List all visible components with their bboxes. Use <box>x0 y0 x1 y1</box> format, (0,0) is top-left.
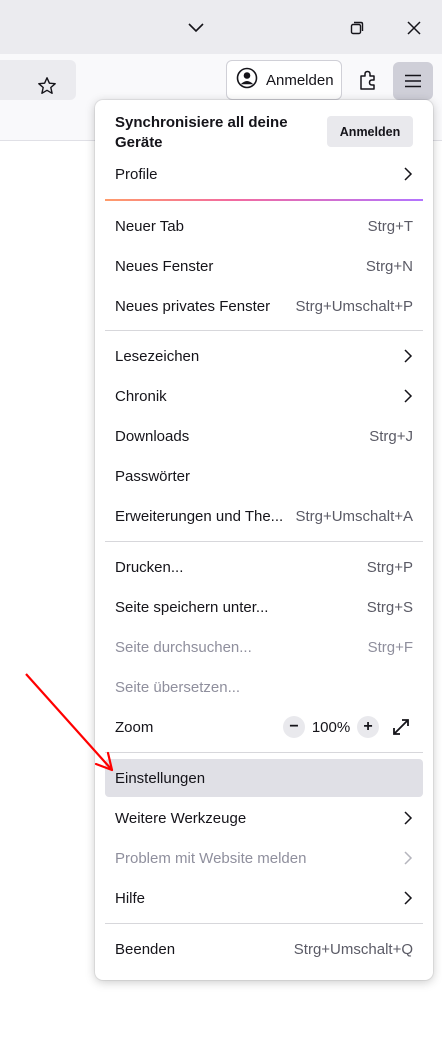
menu-item-label: Drucken... <box>115 558 184 576</box>
hamburger-menu-icon[interactable] <box>393 62 433 100</box>
menu-item-label: Neuer Tab <box>115 217 184 235</box>
menu-item-label: Weitere Werkzeuge <box>115 809 247 827</box>
menu-item-print[interactable]: Drucken... Strg+P <box>105 548 423 586</box>
menu-item-label: Passwörter <box>115 467 191 485</box>
menu-item-translate-page: Seite übersetzen... <box>105 668 423 706</box>
zoom-label: Zoom <box>115 718 154 736</box>
chevron-right-icon <box>403 348 413 364</box>
menu-item-label: Neues privates Fenster <box>115 297 271 315</box>
shortcut-label: Strg+Umschalt+A <box>295 507 413 525</box>
menu-separator <box>105 752 423 753</box>
menu-item-label: Chronik <box>115 387 167 405</box>
shortcut-label: Strg+F <box>367 638 413 656</box>
profile-label: Profile <box>115 165 158 183</box>
shortcut-label: Strg+J <box>369 427 413 445</box>
menu-separator <box>105 923 423 924</box>
zoom-controls: − 100% + <box>283 715 413 739</box>
menu-item-settings[interactable]: Einstellungen <box>105 759 423 797</box>
zoom-reset-button[interactable]: 100% <box>305 719 357 736</box>
menu-item-zoom: Zoom − 100% + <box>105 708 423 746</box>
menu-item-new-window[interactable]: Neues Fenster Strg+N <box>105 247 423 285</box>
menu-item-quit[interactable]: Beenden Strg+Umschalt+Q <box>105 930 423 968</box>
menu-item-label: Problem mit Website melden <box>115 849 307 867</box>
sync-signin-button[interactable]: Anmelden <box>327 116 413 147</box>
zoom-out-button[interactable]: − <box>283 716 305 738</box>
chevron-right-icon <box>403 166 413 182</box>
menu-item-label: Seite übersetzen... <box>115 678 241 696</box>
close-icon[interactable] <box>394 8 434 48</box>
menu-item-downloads[interactable]: Downloads Strg+J <box>105 417 423 455</box>
menu-item-label: Seite speichern unter... <box>115 598 269 616</box>
shortcut-label: Strg+N <box>365 257 413 275</box>
menu-item-new-tab[interactable]: Neuer Tab Strg+T <box>105 207 423 245</box>
menu-item-label: Neues Fenster <box>115 257 214 275</box>
shortcut-label: Strg+T <box>367 217 413 235</box>
menu-item-label: Einstellungen <box>115 769 206 787</box>
chevron-down-icon[interactable] <box>176 8 216 48</box>
menu-item-label: Downloads <box>115 427 190 445</box>
zoom-in-button[interactable]: + <box>357 716 379 738</box>
extensions-icon[interactable] <box>352 64 384 96</box>
menu-item-find-in-page: Seite durchsuchen... Strg+F <box>105 628 423 666</box>
menu-item-label: Lesezeichen <box>115 347 200 365</box>
shortcut-label: Strg+Umschalt+P <box>295 297 413 315</box>
menu-item-save-page[interactable]: Seite speichern unter... Strg+S <box>105 588 423 626</box>
menu-item-label: Beenden <box>115 940 176 958</box>
menu-item-help[interactable]: Hilfe <box>105 879 423 917</box>
url-bar[interactable] <box>0 60 76 100</box>
menu-item-history[interactable]: Chronik <box>105 377 423 415</box>
title-bar <box>0 0 442 54</box>
menu-item-label: Erweiterungen und The... <box>115 507 284 525</box>
menu-item-report-site-issue: Problem mit Website melden <box>105 839 423 877</box>
sync-separator <box>105 199 423 201</box>
menu-separator <box>105 330 423 331</box>
profile-item[interactable]: Profile <box>105 155 423 193</box>
chevron-right-icon <box>403 850 413 866</box>
star-icon[interactable] <box>30 69 64 103</box>
chevron-right-icon <box>403 388 413 404</box>
sync-title: Synchronisiere all deine Geräte <box>115 114 288 151</box>
menu-item-more-tools[interactable]: Weitere Werkzeuge <box>105 799 423 837</box>
menu-item-new-private-window[interactable]: Neues privates Fenster Strg+Umschalt+P <box>105 287 423 325</box>
chevron-right-icon <box>403 890 413 906</box>
signin-label: Anmelden <box>266 71 334 89</box>
app-menu-panel: Synchronisiere all deine Geräte Anmelden… <box>95 100 433 980</box>
fullscreen-icon[interactable] <box>389 715 413 739</box>
shortcut-label: Strg+Umschalt+Q <box>293 940 413 958</box>
restore-icon[interactable] <box>337 8 377 48</box>
menu-item-label: Hilfe <box>115 889 146 907</box>
menu-item-passwords[interactable]: Passwörter <box>105 457 423 495</box>
shortcut-label: Strg+S <box>366 598 413 616</box>
account-signin-button[interactable]: Anmelden <box>226 60 342 100</box>
menu-item-label: Seite durchsuchen... <box>115 638 252 656</box>
menu-item-bookmarks[interactable]: Lesezeichen <box>105 337 423 375</box>
chevron-right-icon <box>403 810 413 826</box>
account-icon <box>236 67 258 93</box>
menu-item-addons-themes[interactable]: Erweiterungen und The... Strg+Umschalt+A <box>105 497 423 535</box>
shortcut-label: Strg+P <box>366 558 413 576</box>
menu-separator <box>105 541 423 542</box>
